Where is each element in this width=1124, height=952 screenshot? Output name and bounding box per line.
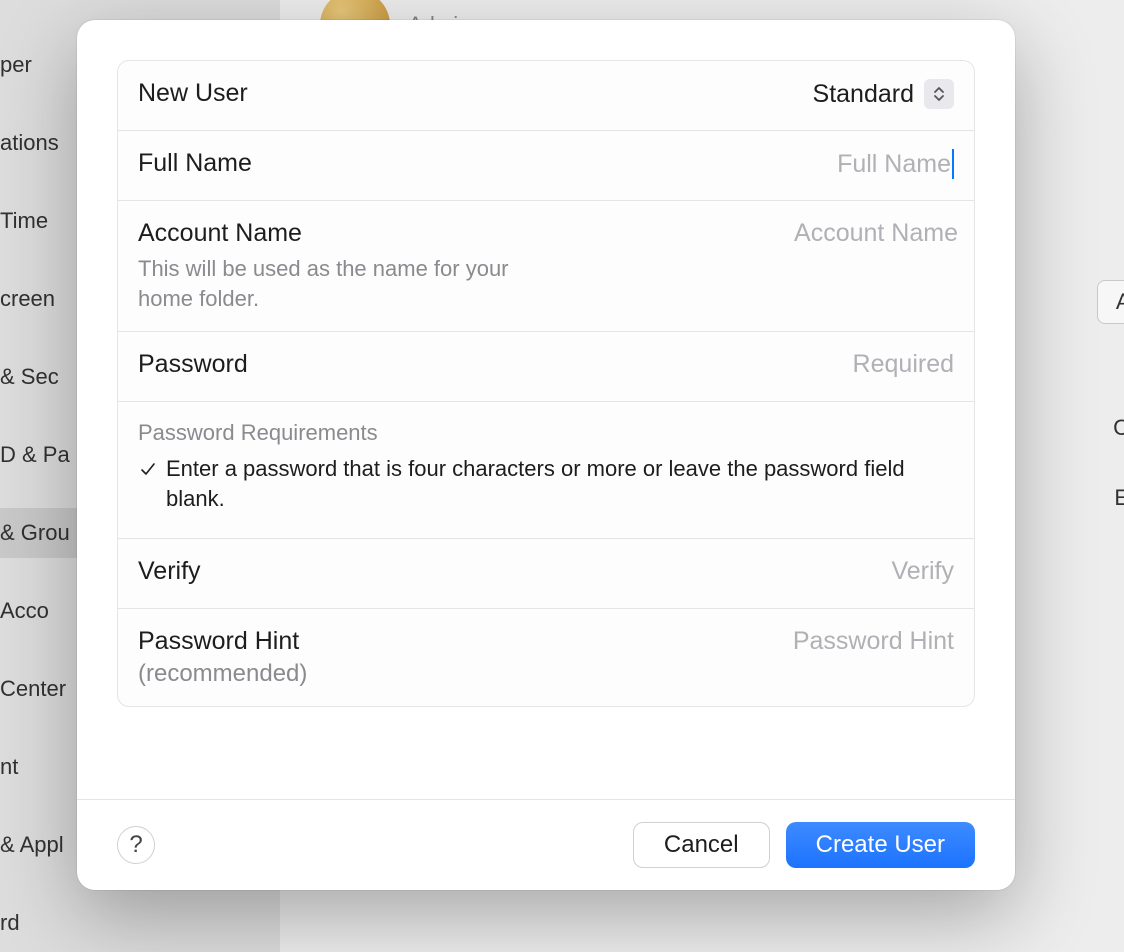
user-type-value: Standard [813,80,914,109]
form-panel: New User Standard Full Name [117,60,975,707]
text-cursor [952,149,954,179]
row-account-name: Account Name This will be used as the na… [118,201,974,332]
password-hint-label: Password Hint [138,627,307,656]
full-name-input[interactable] [551,150,951,179]
dialog-body: New User Standard Full Name [77,20,1015,799]
full-name-label: Full Name [138,149,252,178]
user-type-select[interactable]: Standard [248,79,954,109]
account-name-sublabel: This will be used as the name for your h… [138,254,558,313]
password-requirements-section: Password Requirements Enter a password t… [118,402,974,538]
password-requirements-title: Password Requirements [138,420,954,446]
password-label: Password [138,350,248,379]
cancel-button[interactable]: Cancel [633,822,770,868]
password-hint-input[interactable] [554,627,954,656]
create-user-dialog: New User Standard Full Name [77,20,1015,890]
dialog-footer: ? Cancel Create User [77,799,1015,890]
new-user-label: New User [138,79,248,108]
row-new-user: New User Standard [118,61,974,131]
chevron-up-down-icon [924,79,954,109]
account-name-label: Account Name [138,219,558,248]
verify-input[interactable] [554,557,954,586]
help-button[interactable]: ? [117,826,155,864]
checkmark-icon [138,457,158,487]
password-requirement-text: Enter a password that is four characters… [166,454,954,513]
password-hint-recommended: (recommended) [138,660,307,688]
create-user-button[interactable]: Create User [786,822,975,868]
row-full-name: Full Name [118,131,974,201]
row-verify: Verify [118,539,974,609]
password-input[interactable] [554,350,954,379]
verify-label: Verify [138,557,201,586]
account-name-input[interactable] [558,219,958,248]
row-password: Password [118,332,974,402]
row-password-hint: Password Hint (recommended) [118,609,974,706]
